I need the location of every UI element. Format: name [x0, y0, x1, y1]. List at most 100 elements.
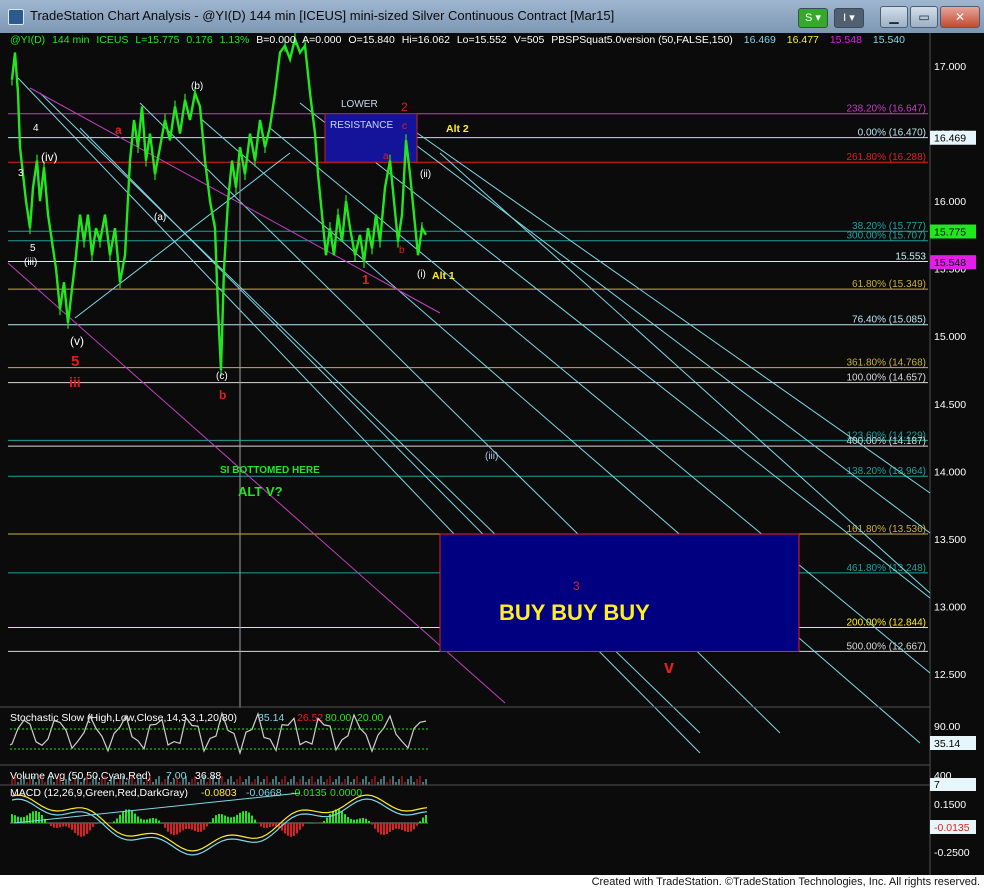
header-change: 0.176 [186, 34, 212, 46]
buy-annotation: BUY BUY BUY [499, 600, 650, 625]
fib-level-label: 261.80% (16.288) [846, 152, 926, 163]
header-high: Hi=16.062 [402, 34, 450, 46]
wave-3-label: 3 [573, 579, 580, 593]
wave-5-small-label: 5 [30, 243, 36, 254]
wave-v-label: v [664, 657, 674, 677]
window-title: TradeStation Chart Analysis - @YI(D) 144… [30, 8, 615, 23]
si-bottomed-annotation: SI BOTTOMED HERE [220, 465, 320, 476]
wave-2-label: 2 [401, 100, 408, 114]
header-value-3: 15.548 [830, 34, 862, 46]
wave-a-label: (a) [154, 212, 166, 223]
price-axis-tick: 14.000 [934, 466, 966, 478]
fib-level-label: 361.80% (14.768) [846, 358, 926, 369]
fib-level-label: 200.00% (12.844) [846, 618, 926, 629]
volume-avg-value: 36.88 [195, 770, 221, 782]
price-axis-tick: 17.000 [934, 61, 966, 73]
header-volume: V=505 [514, 34, 545, 46]
header-low: Lo=15.552 [457, 34, 507, 46]
wave-iv-label: (iv) [41, 150, 58, 164]
fib-level-label: 500.00% (12.667) [846, 641, 926, 652]
header-value-4: 15.540 [873, 34, 905, 46]
wave-b-label: (b) [191, 81, 203, 92]
price-chart[interactable]: 17.00016.50016.00015.50015.00014.50014.0… [0, 33, 984, 875]
wave-iii-left-label: (iii) [24, 257, 37, 268]
s-button-label: S [805, 12, 813, 24]
price-axis-tick: 12.500 [934, 669, 966, 681]
tradestation-app-icon [8, 9, 24, 25]
maximize-icon: ▭ [918, 10, 930, 24]
fib-level-label: 300.00% (15.707) [846, 231, 926, 242]
wave-i-label: (i) [417, 269, 426, 280]
wave-3-small-label: 3 [18, 168, 24, 179]
stochastic-ob-value: 80.00 [325, 712, 351, 724]
stochastic-axis-tick: 90.00 [934, 721, 960, 733]
fib-level-label: 461.80% (13.248) [846, 563, 926, 574]
header-study: PBSPSquat5.0version (50,FALSE,150) [551, 34, 733, 46]
price-axis-tick: 16.000 [934, 196, 966, 208]
stochastic-k-value: 35.14 [258, 712, 284, 724]
volume-badge-label: 7 [934, 779, 940, 791]
wave-a-small-label: a [383, 151, 389, 162]
macd-label: MACD (12,26,9,Green,Red,DarkGray) [10, 787, 188, 799]
header-percent: 1.13% [220, 34, 250, 46]
stochastic-badge-label: 35.14 [934, 738, 960, 750]
wave-1-label: 1 [362, 272, 369, 287]
fib-level-label: 15.553 [895, 252, 926, 263]
wave-5-label: 5 [71, 353, 79, 370]
wave-a-red-label: a [115, 123, 122, 137]
header-exchange: ICEUS [96, 34, 128, 46]
price-axis-tick: 15.000 [934, 331, 966, 343]
price-badge-label: 16.469 [934, 133, 966, 145]
volume-value: 7.00 [166, 770, 187, 782]
s-toolbar-button[interactable]: S ▾ [798, 8, 828, 28]
close-button[interactable]: ✕ [940, 6, 980, 28]
i-toolbar-button[interactable]: I ▾ [834, 8, 864, 28]
stochastic-os-value: 20.00 [357, 712, 383, 724]
fib-level-label: 0.00% (16.470) [858, 128, 926, 139]
wave-c-small-label: c [402, 121, 407, 132]
macd-badge-label: -0.0135 [934, 822, 970, 834]
price-badge-label: 15.548 [934, 257, 966, 269]
window-titlebar: TradeStation Chart Analysis - @YI(D) 144… [0, 0, 984, 34]
price-badge-label: 15.775 [934, 227, 966, 239]
wave-b-red-label: b [219, 388, 226, 402]
buy-zone-box [439, 533, 800, 652]
wave-iii-red-label: iii [69, 374, 81, 390]
maximize-button[interactable]: ▭ [910, 6, 938, 28]
wave-4-small-label: 4 [33, 123, 39, 134]
wave-ii-label: (ii) [420, 169, 431, 180]
i-button-label: I [843, 12, 847, 24]
minimize-button[interactable]: ▁ [880, 6, 908, 28]
footer: Created with TradeStation. ©TradeStation… [0, 875, 984, 891]
header-interval: 144 min [52, 34, 90, 46]
alt2-annotation: Alt 2 [446, 123, 469, 135]
header-value-2: 16.477 [787, 34, 819, 46]
fib-level-label: 138.20% (13.964) [846, 466, 926, 477]
volume-label: Volume Avg (50,50,Cyan,Red) [10, 770, 151, 782]
header-open: O=15.840 [348, 34, 395, 46]
fib-level-label: 400.00% (14.187) [846, 436, 926, 447]
chart-header: @YI(D) 144 min ICEUS L=15.775 0.176 1.13… [10, 34, 905, 46]
fib-level-label: 100.00% (14.657) [846, 373, 926, 384]
alt1-annotation: Alt 1 [432, 270, 455, 282]
lower-annotation: LOWER [341, 99, 378, 110]
stochastic-label: Stochastic Slow (High,Low,Close,14,3,3,1… [10, 712, 237, 724]
price-axis-tick: 14.500 [934, 399, 966, 411]
wave-c-label: (c) [216, 371, 228, 382]
wave-b-small-label: b [399, 245, 405, 256]
close-icon: ✕ [954, 10, 966, 24]
resistance-annotation: RESISTANCE [330, 120, 393, 131]
fib-level-label: 61.80% (15.349) [852, 279, 926, 290]
fib-level-label: 76.40% (15.085) [852, 315, 926, 326]
header-bid: B=0.000 [256, 34, 296, 46]
price-axis-tick: 13.000 [934, 601, 966, 613]
header-value-1: 16.469 [744, 34, 776, 46]
macd-value: -0.0803 [201, 787, 237, 799]
macd-axis-tick: -0.2500 [934, 847, 970, 859]
price-axis-tick: 13.500 [934, 534, 966, 546]
wave-v-small-label: (v) [70, 334, 84, 348]
wave-iii-label: (iii) [485, 451, 498, 462]
header-ask: A=0.000 [302, 34, 342, 46]
macd-axis-tick: 0.1500 [934, 799, 966, 811]
header-symbol: @YI(D) [10, 34, 45, 46]
